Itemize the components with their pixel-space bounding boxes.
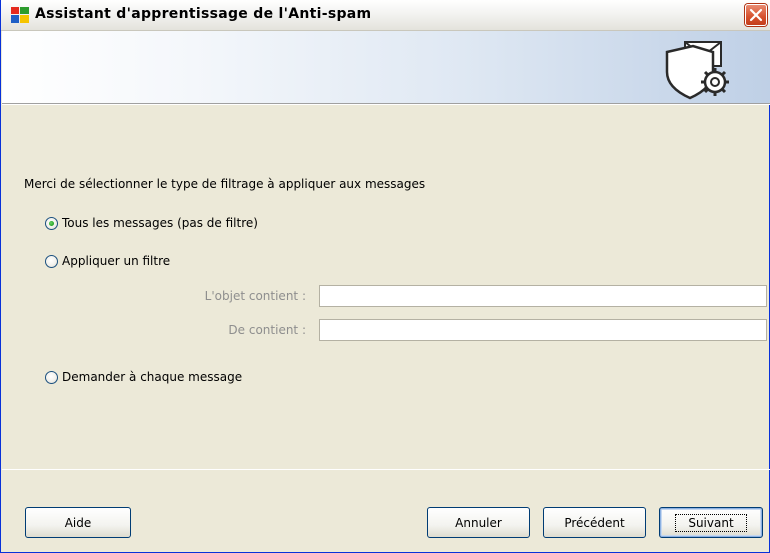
title-bar[interactable]: Assistant d'apprentissage de l'Anti-spam [1,0,770,31]
subject-contains-input[interactable] [319,285,767,307]
from-contains-input[interactable] [319,319,767,341]
option-ask-each-message[interactable]: Demander à chaque message [45,370,242,384]
avg-logo-icon [11,7,29,23]
radio-all-messages[interactable] [45,216,58,230]
next-button[interactable]: Suivant [659,507,763,538]
shield-envelope-gear-icon [663,38,735,100]
close-button[interactable] [745,4,767,26]
help-button[interactable]: Aide [25,507,131,538]
next-button-label: Suivant [675,513,747,532]
option-all-messages[interactable]: Tous les messages (pas de filtre) [45,216,258,230]
option-label: Appliquer un filtre [62,254,171,268]
option-label: Tous les messages (pas de filtre) [62,216,258,230]
radio-ask-each-message[interactable] [45,370,58,384]
previous-button-label: Précédent [564,515,625,530]
header-banner [2,31,770,103]
subject-field-label: L'objet contient : [204,289,306,303]
option-apply-filter[interactable]: Appliquer un filtre [45,254,170,268]
footer-divider [2,469,770,470]
instruction-text: Merci de sélectionner le type de filtrag… [24,177,426,191]
help-button-label: Aide [64,515,92,530]
window-title: Assistant d'apprentissage de l'Anti-spam [35,6,372,22]
radio-apply-filter[interactable] [45,254,58,268]
cancel-button-label: Annuler [455,515,502,530]
option-label: Demander à chaque message [62,370,243,384]
cancel-button[interactable]: Annuler [427,507,530,538]
wizard-window: Assistant d'apprentissage de l'Anti-spam [0,0,770,553]
from-field-label: De contient : [228,323,306,337]
previous-button[interactable]: Précédent [543,507,646,538]
